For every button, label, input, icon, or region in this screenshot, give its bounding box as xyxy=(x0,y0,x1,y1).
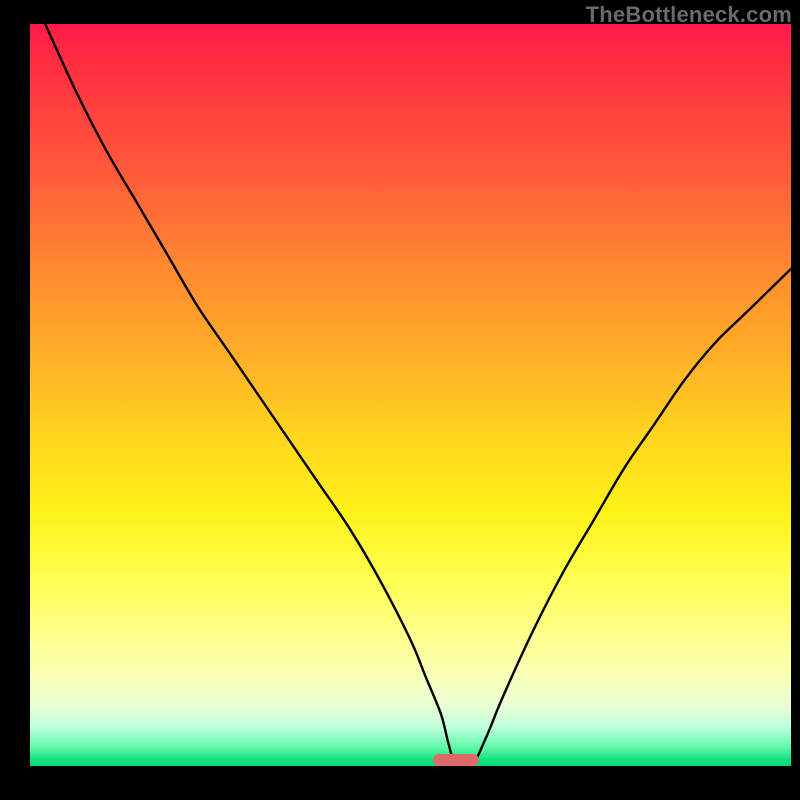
optimal-range-marker xyxy=(433,754,479,766)
watermark-text: TheBottleneck.com xyxy=(586,2,792,28)
bottleneck-curve xyxy=(30,24,791,766)
chart-frame: TheBottleneck.com xyxy=(0,0,800,800)
plot-area xyxy=(30,24,791,766)
